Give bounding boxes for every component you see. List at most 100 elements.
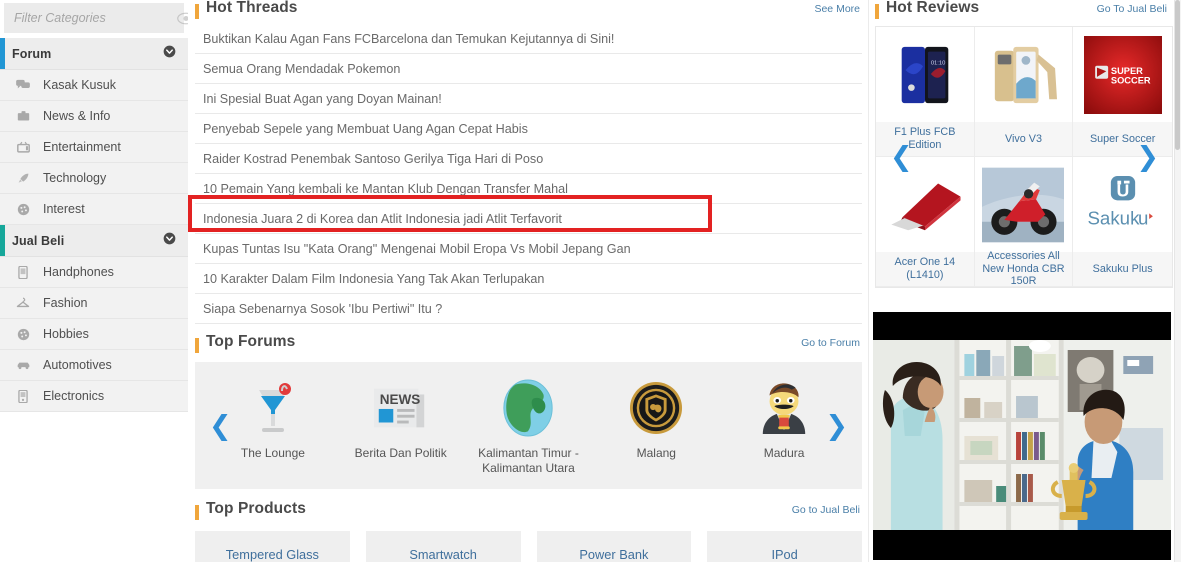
review-card-f1-plus[interactable]: 01:10 F1 Plus FCB Edition: [876, 27, 975, 157]
thread-item[interactable]: Kupas Tuntas Isu "Kata Orang" Mengenai M…: [195, 234, 862, 264]
video-player[interactable]: [873, 312, 1171, 560]
hot-threads-list: Buktikan Kalau Agan Fans FCBarcelona dan…: [195, 24, 868, 324]
sidebar-item-label: Handphones: [43, 265, 114, 279]
car-icon: [12, 360, 34, 371]
hot-reviews-header: Hot Reviews Go To Jual Beli: [869, 0, 1181, 22]
thread-item[interactable]: 10 Pemain Yang kembali ke Mantan Klub De…: [195, 174, 862, 204]
sidebar-group-forum: Forum Kasak Kusuk News & Info Entertainm…: [0, 38, 188, 225]
product-card[interactable]: IPod: [707, 531, 862, 562]
section-accent-bar: [195, 337, 199, 353]
svg-text:SOCCER: SOCCER: [1111, 75, 1151, 85]
review-card-sakuku-plus[interactable]: U Sakuk u Sakuku Plus: [1073, 157, 1172, 287]
review-card-label: Sakuku Plus: [1073, 252, 1172, 286]
sidebar-group-header-forum[interactable]: Forum: [0, 38, 188, 70]
thread-item[interactable]: 10 Karakter Dalam Film Indonesia Yang Ta…: [195, 264, 862, 294]
mobile-phone-icon: [12, 265, 34, 279]
rocket-icon: [12, 172, 34, 185]
sidebar-item-technology[interactable]: Technology: [0, 163, 188, 194]
chevron-left-icon[interactable]: ❮: [890, 144, 913, 171]
sidebar-group-jual-beli: Jual Beli Handphones Fashion Hobbies Aut…: [0, 225, 188, 412]
review-card-label: Accessories All New Honda CBR 150R: [974, 250, 1073, 287]
filter-categories-box[interactable]: [4, 3, 195, 33]
sidebar-item-label: News & Info: [43, 109, 111, 123]
sidebar-item-electronics[interactable]: Electronics: [0, 381, 188, 412]
malang-crest-icon: [629, 379, 683, 437]
svg-text:u: u: [1138, 207, 1148, 228]
review-card-honda-cbr[interactable]: Accessories All New Honda CBR 150R: [974, 157, 1074, 287]
svg-text:NEWS: NEWS: [379, 392, 420, 407]
filter-categories-input[interactable]: [14, 11, 177, 25]
review-card-super-soccer[interactable]: SUPER SOCCER Super Soccer: [1073, 27, 1172, 157]
forum-card-kalimantan[interactable]: Kalimantan Timur - Kalimantan Utara: [465, 373, 593, 478]
forum-card-berita-dan-politik[interactable]: NEWS Berita Dan Politik: [337, 373, 465, 478]
sidebar-item-hobbies[interactable]: Hobbies: [0, 319, 188, 350]
top-products-section: Top Products Go to Jual Beli Tempered Gl…: [195, 501, 868, 562]
sidebar-item-fashion[interactable]: Fashion: [0, 288, 188, 319]
sidebar-item-interest[interactable]: Interest: [0, 194, 188, 225]
product-card[interactable]: Tempered Glass: [195, 531, 350, 562]
forum-card-label: The Lounge: [240, 446, 305, 460]
page-scrollbar-track[interactable]: [1174, 0, 1181, 562]
product-card[interactable]: Power Bank: [536, 531, 692, 562]
go-to-jual-beli-link[interactable]: Go to Jual Beli: [792, 504, 860, 516]
sidebar-group-header-jual-beli[interactable]: Jual Beli: [0, 225, 188, 257]
chevron-down-circle-icon[interactable]: [163, 45, 176, 63]
device-icon: [12, 389, 34, 403]
chevron-right-icon[interactable]: ❯: [825, 412, 848, 439]
thread-item[interactable]: Semua Orang Mendadak Pokemon: [195, 54, 862, 84]
sidebar-item-entertainment[interactable]: Entertainment: [0, 132, 188, 163]
thread-item[interactable]: Siapa Sebenarnya Sosok 'Ibu Pertiwi" Itu…: [195, 294, 862, 324]
briefcase-icon: [12, 110, 34, 122]
video-frame: [873, 340, 1171, 530]
review-card-label: Vivo V3: [974, 122, 1073, 156]
thread-item-highlighted[interactable]: Indonesia Juara 2 di Korea dan Atlit Ind…: [195, 204, 862, 234]
sidebar-group-label: Jual Beli: [12, 233, 65, 248]
top-forums-header: Top Forums Go to Forum: [195, 334, 868, 356]
hanger-icon: [12, 297, 34, 309]
forum-card-malang[interactable]: Malang: [592, 373, 720, 478]
top-products-header: Top Products Go to Jual Beli: [195, 501, 868, 523]
sidebar-item-automotives[interactable]: Automotives: [0, 350, 188, 381]
sidebar-item-label: Interest: [43, 202, 85, 216]
sidebar-item-label: Technology: [43, 171, 107, 185]
sidebar-item-handphones[interactable]: Handphones: [0, 257, 188, 288]
sidebar-item-label: Kasak Kusuk: [43, 78, 116, 92]
svg-text:01:10: 01:10: [931, 60, 946, 66]
thread-item[interactable]: Ini Spesial Buat Agan yang Doyan Mainan!: [195, 84, 862, 114]
top-forums-section: Top Forums Go to Forum ❮ The Lounge NEWS…: [195, 334, 868, 489]
see-more-link[interactable]: See More: [814, 3, 860, 15]
review-card-label: Acer One 14 (L1410): [876, 252, 974, 286]
page-scrollbar-thumb[interactable]: [1175, 0, 1180, 150]
sidebar-item-news-info[interactable]: News & Info: [0, 101, 188, 132]
newspaper-icon: NEWS: [372, 379, 430, 437]
section-title: Top Forums: [206, 333, 296, 350]
review-card-vivo-v3[interactable]: Vivo V3: [974, 27, 1074, 157]
forum-card-label: Berita Dan Politik: [354, 446, 447, 460]
sidebar-group-label: Forum: [12, 46, 52, 61]
chevron-right-icon[interactable]: ❯: [1136, 144, 1159, 171]
palette-icon: [12, 203, 34, 216]
product-card[interactable]: Smartwatch: [365, 531, 521, 562]
forum-card-label: Kalimantan Timur - Kalimantan Utara: [478, 446, 579, 475]
chevron-down-circle-icon[interactable]: [163, 232, 176, 250]
globe-icon: [500, 379, 556, 437]
go-to-forum-link[interactable]: Go to Forum: [801, 337, 860, 349]
sidebar-item-label: Hobbies: [43, 327, 89, 341]
go-to-jual-beli-link[interactable]: Go To Jual Beli: [1097, 3, 1167, 15]
review-image: [974, 157, 1073, 252]
svg-text:Sakuk: Sakuk: [1087, 207, 1140, 228]
sidebar-item-kasak-kusuk[interactable]: Kasak Kusuk: [0, 70, 188, 101]
thread-item[interactable]: Penyebab Sepele yang Membuat Uang Agan C…: [195, 114, 862, 144]
thread-item[interactable]: Raider Kostrad Penembak Santoso Gerilya …: [195, 144, 862, 174]
hot-reviews-carousel: 01:10 F1 Plus FCB Edition Vivo V3 SUPER …: [875, 26, 1173, 288]
review-image: 01:10: [876, 27, 974, 122]
page-title: Hot Threads: [206, 0, 298, 16]
thread-item[interactable]: Buktikan Kalau Agan Fans FCBarcelona dan…: [195, 24, 862, 54]
review-image: SUPER SOCCER: [1073, 27, 1172, 122]
palette-icon: [12, 328, 34, 341]
chevron-left-icon[interactable]: ❮: [209, 412, 232, 439]
cocktail-glass-icon: [248, 379, 298, 437]
tv-icon: [12, 141, 34, 153]
category-sidebar: Forum Kasak Kusuk: [0, 0, 195, 562]
review-card-acer-one-14[interactable]: Acer One 14 (L1410): [876, 157, 975, 287]
